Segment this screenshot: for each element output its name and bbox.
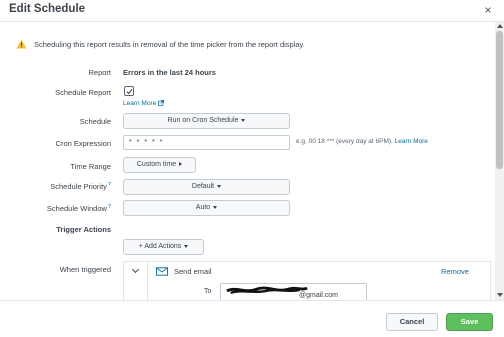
close-button[interactable]: × (481, 3, 495, 17)
email-icon (156, 267, 168, 276)
time-range-button[interactable]: Custom time (123, 157, 196, 173)
scrollbar[interactable] (495, 22, 504, 300)
cron-hint: e.g. 00 18 *** (every day at 6PM). Learn… (296, 138, 428, 145)
time-range-label: Time Range (70, 162, 111, 171)
dialog-title: Edit Schedule (9, 3, 86, 15)
caret-down-icon (184, 244, 189, 248)
cancel-button[interactable]: Cancel (386, 313, 438, 331)
to-label: To (204, 288, 212, 295)
schedule-label: Schedule (79, 117, 111, 126)
save-button[interactable]: Save (446, 313, 493, 331)
help-icon[interactable]: ? (108, 182, 111, 188)
when-triggered-label: When triggered (59, 265, 111, 274)
caret-right-icon (179, 162, 183, 167)
remove-action-link[interactable]: Remove (441, 267, 469, 276)
schedule-report-label: Schedule Report (55, 88, 111, 97)
cron-learn-more-link[interactable]: Learn More (395, 138, 428, 145)
dialog-body: Scheduling this report results in remova… (0, 22, 494, 300)
redaction-scribble (226, 286, 308, 294)
report-label: Report (88, 68, 111, 77)
schedule-report-checkbox[interactable] (124, 86, 134, 96)
email-to-input[interactable]: @gmail.com (220, 283, 367, 300)
chevron-down-icon (131, 265, 140, 274)
warning-text: Scheduling this report results in remova… (34, 40, 305, 49)
close-icon: × (484, 3, 492, 17)
scroll-up-arrow-icon[interactable] (497, 24, 503, 28)
external-link-icon (158, 100, 165, 106)
schedule-priority-dropdown[interactable]: Default (123, 179, 290, 195)
schedule-priority-label: Schedule Priority? (50, 182, 111, 191)
scroll-down-arrow-icon[interactable] (497, 293, 503, 297)
caret-down-icon (217, 184, 222, 188)
cron-expression-label: Cron Expression (55, 139, 111, 148)
email-domain-text: @gmail.com (299, 292, 339, 299)
learn-more-link[interactable]: Learn More (123, 100, 165, 107)
trigger-actions-heading: Trigger Actions (56, 225, 111, 234)
caret-down-icon (213, 205, 218, 209)
caret-down-icon (241, 118, 246, 122)
dialog-header: Edit Schedule × (0, 0, 504, 22)
schedule-window-label: Schedule Window? (46, 204, 111, 213)
warning-triangle-icon (16, 39, 27, 49)
send-email-label: Send email (174, 267, 212, 276)
trigger-action-panel: Send email Remove To @gmail.com (123, 261, 491, 300)
report-name: Errors in the last 24 hours (123, 68, 216, 77)
dialog-footer: Cancel Save (0, 300, 504, 337)
trigger-collapse-toggle[interactable] (124, 262, 148, 300)
schedule-window-dropdown[interactable]: Auto (123, 200, 290, 216)
cron-expression-input[interactable]: * * * * * (123, 135, 290, 150)
help-icon[interactable]: ? (108, 204, 111, 210)
schedule-dropdown[interactable]: Run on Cron Schedule (123, 113, 290, 129)
scrollbar-thumb[interactable] (496, 31, 503, 169)
add-actions-button[interactable]: + Add Actions (123, 239, 204, 255)
check-icon (126, 88, 133, 95)
